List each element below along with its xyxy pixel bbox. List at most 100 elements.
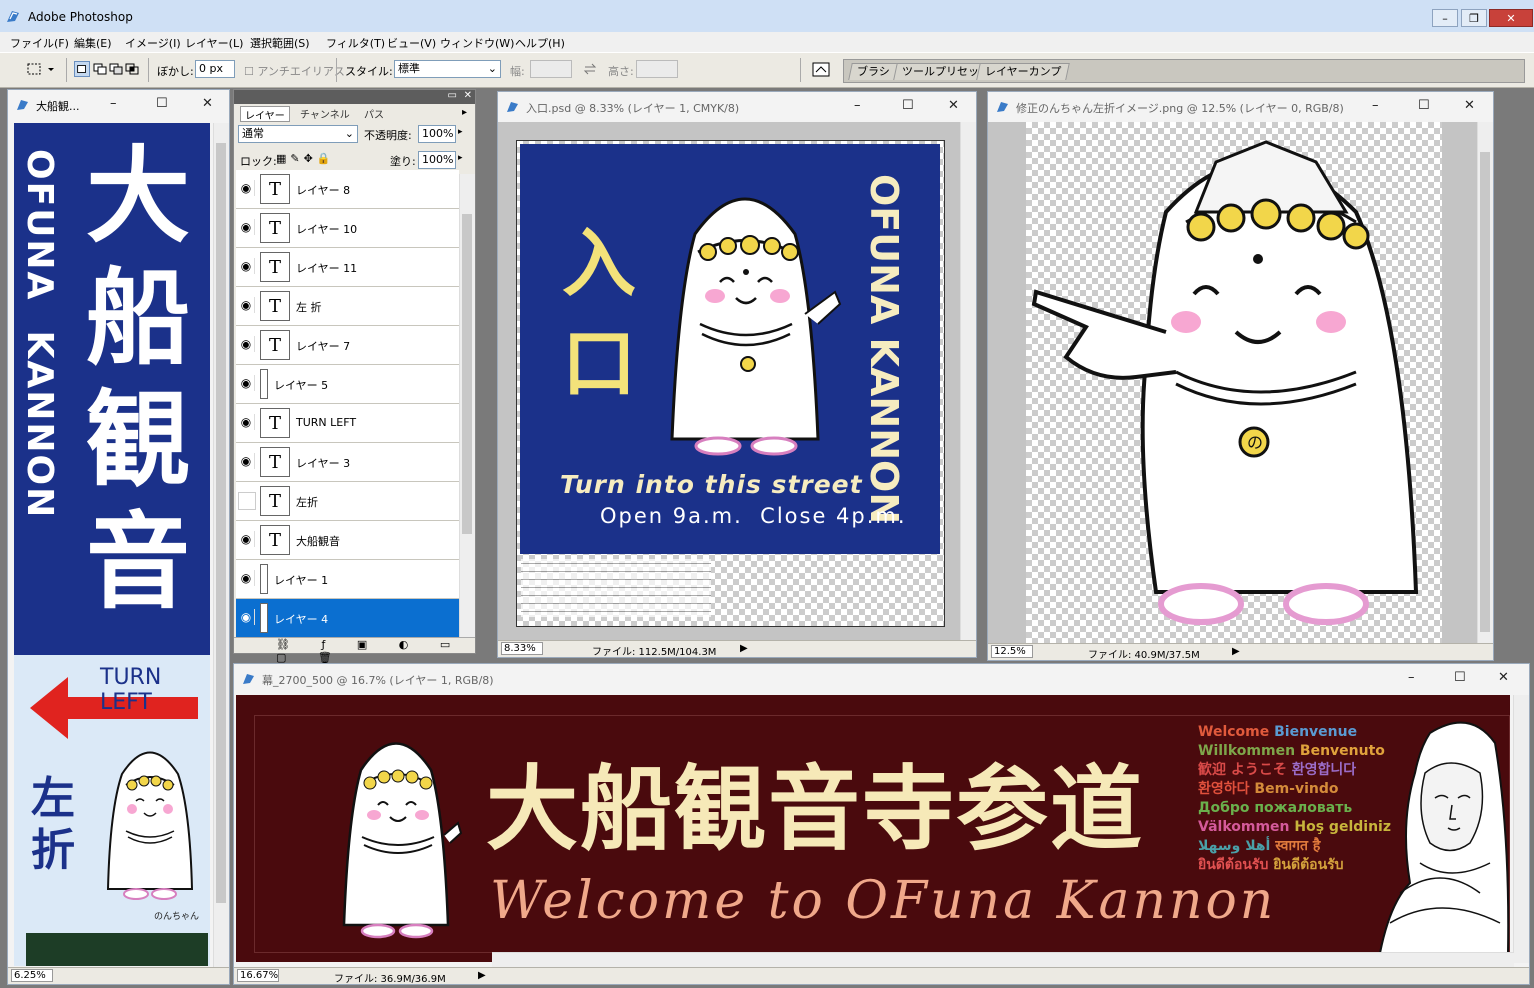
chevron-down-icon[interactable] (46, 61, 56, 77)
doc-close-button[interactable]: ✕ (202, 96, 213, 111)
doc-maximize-button[interactable]: ☐ (1418, 98, 1430, 113)
eye-icon[interactable]: ◉ (238, 531, 255, 547)
eye-icon[interactable]: ◉ (238, 180, 255, 196)
layer-name: レイヤー 10 (296, 223, 358, 236)
layer-row[interactable]: ◉ レイヤー 5 (236, 365, 459, 404)
scroll-thumb[interactable] (216, 143, 226, 903)
swap-icon[interactable] (582, 61, 598, 77)
menu-file[interactable]: ファイル(F) (10, 35, 69, 51)
tab-channels[interactable]: チャンネル (296, 106, 354, 121)
eye-icon[interactable]: ◉ (238, 297, 255, 313)
subtract-selection-icon[interactable] (108, 61, 124, 77)
vertical-scrollbar[interactable] (960, 122, 976, 643)
antialias-checkbox[interactable]: ☐ アンチエイリアス (244, 63, 345, 79)
status-arrow-icon[interactable]: ▶ (740, 643, 748, 654)
feather-input[interactable]: 0 px (195, 60, 235, 78)
scroll-thumb[interactable] (1480, 152, 1490, 632)
fill-input[interactable]: 100% (418, 151, 456, 169)
horizontal-scrollbar[interactable] (492, 952, 1514, 968)
eye-icon[interactable]: ◉ (238, 570, 255, 586)
status-arrow-icon[interactable]: ▶ (478, 970, 486, 981)
height-input[interactable] (636, 60, 678, 78)
eye-hidden-icon[interactable] (238, 492, 256, 510)
layer-row[interactable]: ◉ レイヤー 4 (236, 599, 459, 637)
greeting-word: Bienvenue (1269, 724, 1358, 740)
marquee-tool-icon[interactable] (26, 61, 42, 77)
doc-maximize-button[interactable]: ☐ (1454, 670, 1466, 685)
layer-row[interactable]: ◉ T 大船観音 (236, 521, 459, 560)
menu-select[interactable]: 選択範囲(S) (250, 35, 310, 51)
fill-arrow-icon[interactable]: ▸ (458, 153, 463, 163)
tab-paths[interactable]: パス (360, 106, 388, 121)
menu-help[interactable]: ヘルプ(H) (515, 35, 565, 51)
scroll-thumb[interactable] (462, 214, 472, 534)
layer-row[interactable]: ◉ T レイヤー 3 (236, 443, 459, 482)
zoom-field[interactable]: 16.67% (237, 969, 279, 982)
doc-minimize-button[interactable]: – (1372, 98, 1379, 113)
style-select[interactable]: 標準 ⌄ (394, 60, 501, 78)
eye-icon[interactable]: ◉ (238, 219, 255, 235)
close-button[interactable]: ✕ (1489, 9, 1533, 27)
layers-footer-icons[interactable]: ⛓ ƒ ▣ ◐ ▭ ▢ 🗑 (234, 637, 475, 664)
layer-row[interactable]: ◉ T 左 折 (236, 287, 459, 326)
doc-title: 修正のんちゃん左折イメージ.png @ 12.5% (レイヤー 0, RGB/8… (1016, 102, 1344, 115)
tab-layers[interactable]: レイヤー (240, 106, 290, 122)
doc-maximize-button[interactable]: ☐ (156, 96, 168, 111)
doc-minimize-button[interactable]: – (110, 96, 117, 111)
doc-close-button[interactable]: ✕ (1498, 670, 1509, 685)
lock-icons[interactable]: ▦✎✥🔒 (276, 152, 335, 165)
new-selection-icon[interactable] (74, 61, 90, 77)
eye-icon[interactable]: ◉ (238, 375, 255, 391)
palette-well-icon[interactable] (812, 61, 832, 79)
menu-window[interactable]: ウィンドウ(W) (440, 35, 514, 51)
eye-icon[interactable]: ◉ (238, 336, 255, 352)
doc-window-turn-image: 修正のんちゃん左折イメージ.png @ 12.5% (レイヤー 0, RGB/8… (987, 91, 1494, 661)
eye-icon[interactable]: ◉ (238, 258, 255, 274)
layer-row[interactable]: T 左折 (236, 482, 459, 521)
menu-filter[interactable]: フィルタ(T) (326, 35, 385, 51)
sign-canvas: 大船観音 OFUNA KANNON TURN LEFT 左折 のんちゃん (14, 123, 210, 966)
menu-layer[interactable]: レイヤー(L) (185, 35, 243, 51)
layer-row[interactable]: ◉ T レイヤー 8 (236, 170, 459, 209)
layer-row[interactable]: ◉ T レイヤー 10 (236, 209, 459, 248)
vertical-scrollbar[interactable] (1477, 122, 1493, 645)
doc-minimize-button[interactable]: – (1408, 670, 1415, 685)
tab-brushes[interactable]: ブラシ (848, 63, 899, 80)
minimize-button[interactable]: – (1432, 9, 1458, 27)
panel-menu-icon[interactable]: ▸ (462, 107, 467, 118)
doc-close-button[interactable]: ✕ (948, 98, 959, 113)
zoom-field[interactable]: 8.33% (501, 642, 543, 655)
opacity-input[interactable]: 100% (418, 125, 456, 143)
status-arrow-icon[interactable]: ▶ (1232, 646, 1240, 657)
doc-minimize-button[interactable]: – (854, 98, 861, 113)
doc-maximize-button[interactable]: ☐ (902, 98, 914, 113)
vertical-scrollbar[interactable] (1513, 695, 1529, 963)
greeting-word: ยินดีต้อนรับ (1198, 857, 1269, 873)
layer-row[interactable]: ◉ T レイヤー 7 (236, 326, 459, 365)
eye-icon[interactable]: ◉ (238, 609, 255, 625)
blend-mode-select[interactable]: 通常 ⌄ (238, 125, 358, 143)
add-to-selection-icon[interactable] (92, 61, 108, 77)
opacity-arrow-icon[interactable]: ▸ (458, 127, 463, 137)
zoom-field[interactable]: 6.25% (11, 969, 53, 982)
eye-icon[interactable]: ◉ (238, 453, 255, 469)
menu-edit[interactable]: 編集(E) (74, 35, 112, 51)
layer-row[interactable]: ◉ T TURN LEFT (236, 404, 459, 443)
zoom-field[interactable]: 12.5% (991, 645, 1033, 658)
panel-close-button[interactable]: ✕ (464, 90, 472, 101)
layer-row[interactable]: ◉ T レイヤー 11 (236, 248, 459, 287)
layer-row[interactable]: ◉ レイヤー 1 (236, 560, 459, 599)
intersect-selection-icon[interactable] (124, 61, 140, 77)
eye-icon[interactable]: ◉ (238, 414, 255, 430)
tab-layer-comps[interactable]: レイヤーカンプ (976, 63, 1071, 80)
doc-close-button[interactable]: ✕ (1464, 98, 1475, 113)
panel-minimize-button[interactable]: ▭ (448, 90, 457, 101)
vertical-scrollbar[interactable] (213, 123, 229, 970)
restore-button[interactable]: ❐ (1461, 9, 1487, 27)
layer-name: 左折 (296, 496, 318, 509)
menu-image[interactable]: イメージ(I) (125, 35, 181, 51)
width-input[interactable] (530, 60, 572, 78)
greeting-line: Willkommen Benvenuto (1198, 742, 1398, 761)
layers-scrollbar[interactable] (459, 174, 475, 637)
menu-view[interactable]: ビュー(V) (387, 35, 436, 51)
